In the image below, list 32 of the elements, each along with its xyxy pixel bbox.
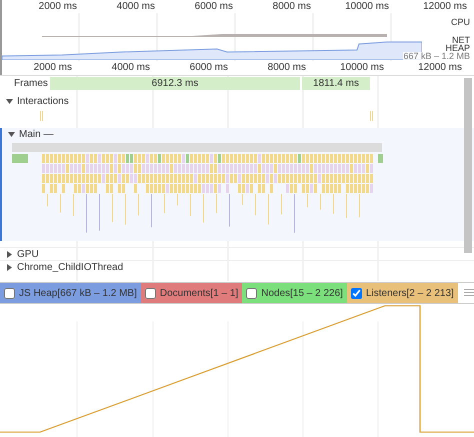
ruler-tick-label: 2000 ms [38,0,78,13]
ruler-tick-label: 2000 ms [32,61,73,74]
heap-range-label: 667 kB – 1.2 MB [403,52,470,61]
counter-toggle[interactable]: JS Heap[667 kB – 1.2 MB] [0,283,141,303]
track-header[interactable]: Interactions [6,94,69,109]
frame-bar[interactable]: 6912.3 ms [50,77,300,90]
ruler-tick-label: 6000 ms [188,61,229,74]
counter-toggle[interactable]: Documents[1 – 1] [140,283,242,303]
menu-icon[interactable] [464,289,474,297]
counter-checkbox[interactable] [350,288,362,298]
track-header[interactable]: Chrome_ChildIOThread [6,260,124,274]
ruler-tick-label: 8000 ms [266,61,307,74]
counter-checkbox[interactable] [246,288,258,298]
counter-checkbox[interactable] [4,288,15,298]
counter-checkbox[interactable] [144,288,156,298]
ruler-tick-label: 6000 ms [194,0,234,13]
ruler-tick-label: 8000 ms [272,0,312,13]
track-label: NET [452,36,470,45]
scrollbar-thumb[interactable] [464,78,472,253]
frame-bar[interactable]: 1811.4 ms [302,77,370,90]
ruler-tick-label: 10000 ms [344,0,390,13]
ruler-tick-label: 12000 ms [417,61,463,74]
ruler-tick-label: 4000 ms [116,0,156,13]
counter-toggle[interactable]: Listeners[2 – 2 213] [346,283,458,303]
counter-toggle[interactable]: Nodes[15 – 2 226] [242,283,347,303]
track-label: CPU [450,18,470,27]
track-header[interactable]: GPU [6,246,39,262]
track-header[interactable]: Main — [8,127,54,142]
ruler-tick-label: 4000 ms [110,61,151,74]
ruler-tick-label: 12000 ms [422,0,468,13]
ruler-tick-label: 10000 ms [339,61,385,74]
track-label: HEAP [445,44,470,53]
